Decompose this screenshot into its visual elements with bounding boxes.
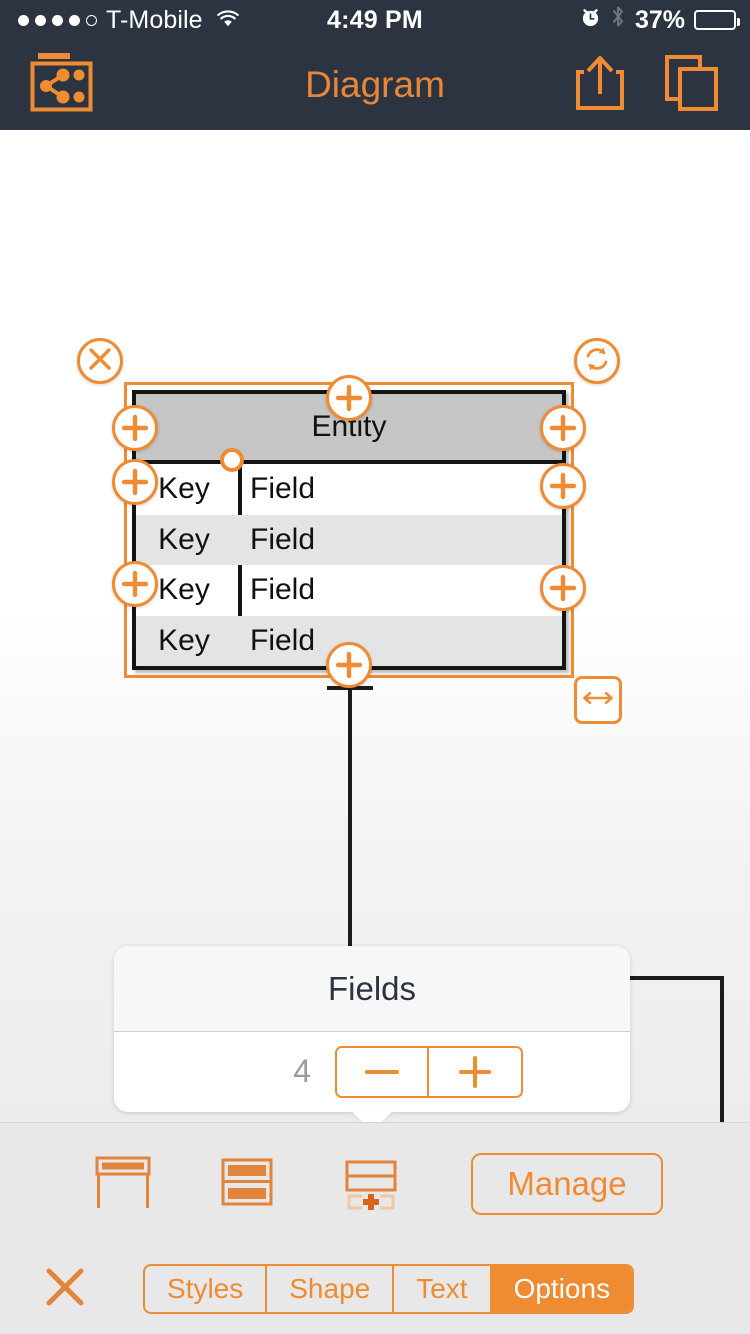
- header-only-button[interactable]: [87, 1148, 159, 1220]
- tab-options[interactable]: Options: [491, 1266, 633, 1312]
- row-key: Key: [158, 623, 210, 657]
- rotate-refresh-icon: [582, 344, 612, 379]
- header-only-icon: [91, 1150, 155, 1219]
- table-row[interactable]: Key Field: [136, 514, 562, 565]
- add-handle-top[interactable]: [326, 375, 372, 421]
- segmented-control: Styles Shape Text Options: [143, 1264, 635, 1314]
- share-icon: [574, 54, 626, 117]
- add-handle-left-row1[interactable]: [112, 459, 158, 505]
- plus-icon: [335, 651, 363, 679]
- documents-button[interactable]: [650, 40, 734, 130]
- app-root: T-Mobile 4:49 PM 37% Diagram Entity Key …: [0, 0, 750, 1334]
- connector-line-vertical: [348, 686, 352, 948]
- row-field: Field: [250, 472, 316, 506]
- tab-styles[interactable]: Styles: [145, 1266, 268, 1312]
- plus-icon: [335, 384, 363, 412]
- close-icon: [43, 1265, 87, 1314]
- bluetooth-icon: [610, 5, 626, 35]
- entity-rows: Key Field Key Field Key Field Key Field: [136, 464, 562, 666]
- battery-icon: [694, 10, 740, 30]
- tab-text[interactable]: Text: [394, 1266, 492, 1312]
- plus-icon: [121, 414, 149, 442]
- column-divider-handle[interactable]: [220, 448, 244, 472]
- plus-icon: [549, 574, 577, 602]
- options-panel: Manage Styles Shape Text Options: [0, 1122, 750, 1334]
- plus-icon: [549, 472, 577, 500]
- increment-fields-button[interactable]: [429, 1047, 521, 1096]
- add-handle-left-top[interactable]: [112, 405, 158, 451]
- horizontal-resize-icon: [581, 689, 615, 712]
- connector-line-vertical-right: [720, 976, 724, 1130]
- plus-icon: [121, 570, 149, 598]
- add-handle-right-top[interactable]: [540, 405, 586, 451]
- fields-stepper[interactable]: [335, 1045, 523, 1098]
- plus-icon: [121, 468, 149, 496]
- fields-count-value: 4: [293, 1053, 311, 1089]
- horizontal-resize-button[interactable]: [574, 676, 622, 724]
- status-bar-right: 37%: [580, 5, 740, 35]
- add-handle-right-row1[interactable]: [540, 463, 586, 509]
- close-panel-button[interactable]: [20, 1244, 110, 1334]
- add-handle-left-row3[interactable]: [112, 561, 158, 607]
- table-row[interactable]: Key Field: [136, 464, 562, 515]
- entity-table[interactable]: Entity Key Field Key Field Key Field Key…: [132, 390, 566, 670]
- plus-icon: [549, 414, 577, 442]
- add-handle-bottom[interactable]: [326, 642, 372, 688]
- close-circle-icon: [87, 346, 113, 377]
- fields-popover: Fields 4: [114, 946, 630, 1112]
- rotate-handle-button[interactable]: [574, 338, 620, 384]
- row-field: Field: [250, 623, 316, 657]
- manage-button[interactable]: Manage: [471, 1153, 663, 1215]
- status-bar: T-Mobile 4:49 PM 37%: [0, 0, 750, 40]
- add-handle-right-row3[interactable]: [540, 565, 586, 611]
- share-button[interactable]: [558, 40, 642, 130]
- row-key: Key: [158, 522, 210, 556]
- row-field: Field: [250, 522, 316, 556]
- popover-title: Fields: [114, 946, 630, 1032]
- tab-bar: Styles Shape Text Options: [0, 1244, 750, 1334]
- tab-shape[interactable]: Shape: [267, 1266, 395, 1312]
- options-toolbar: Manage: [0, 1123, 750, 1245]
- table-row[interactable]: Key Field: [136, 565, 562, 616]
- decrement-fields-button[interactable]: [337, 1047, 429, 1096]
- row-field: Field: [250, 573, 316, 607]
- delete-handle-button[interactable]: [77, 338, 123, 384]
- nav-bar: Diagram: [0, 40, 750, 130]
- entity-shape[interactable]: Entity Key Field Key Field Key Field Key…: [124, 382, 574, 678]
- popover-body: 4: [114, 1032, 630, 1111]
- documents-icon: [664, 54, 720, 117]
- striped-rows-icon: [215, 1150, 279, 1219]
- striped-rows-button[interactable]: [211, 1148, 283, 1220]
- add-row-icon: [339, 1150, 403, 1219]
- add-row-button[interactable]: [335, 1148, 407, 1220]
- alarm-icon: [580, 6, 601, 35]
- battery-percent-label: 37%: [634, 5, 685, 34]
